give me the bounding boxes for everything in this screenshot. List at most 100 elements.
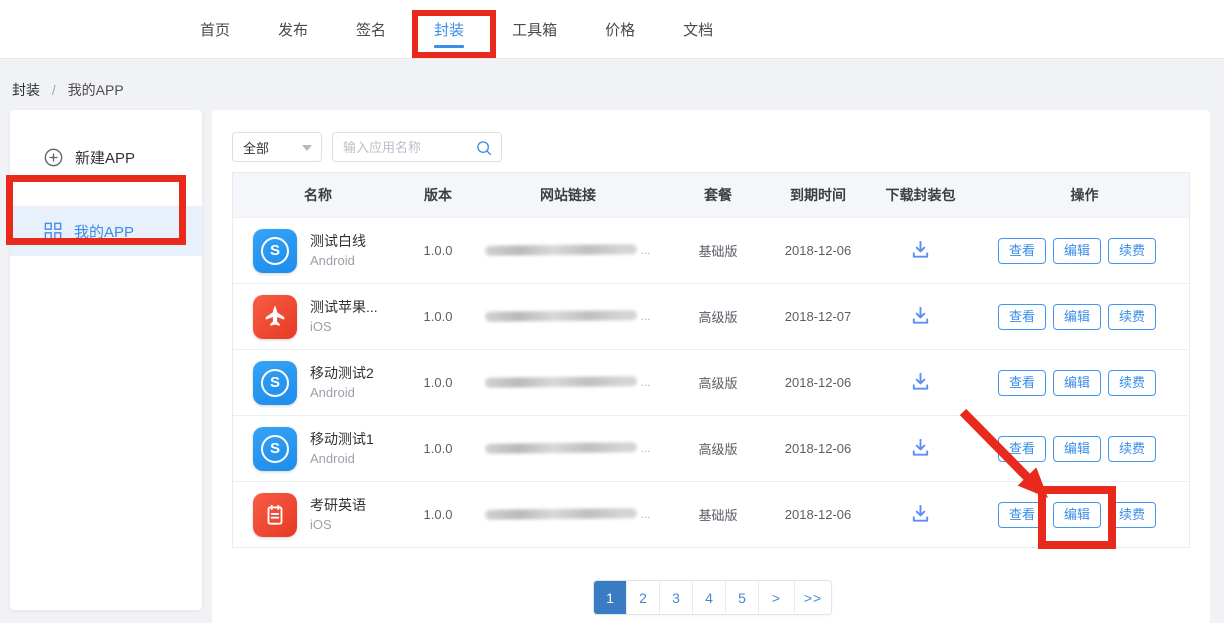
app-name: 测试苹果... <box>310 298 378 316</box>
sidebar-item-label: 我的APP <box>74 221 134 242</box>
renew-button[interactable]: 续费 <box>1108 502 1156 528</box>
col-header-actions: 操作 <box>978 185 1191 205</box>
search-box <box>332 132 502 162</box>
view-button[interactable]: 查看 <box>998 502 1046 528</box>
renew-button[interactable]: 续费 <box>1108 436 1156 462</box>
download-package-icon[interactable] <box>909 370 932 393</box>
search-input[interactable] <box>333 133 463 161</box>
app-plan: 高级版 <box>663 439 773 458</box>
page-5[interactable]: 5 <box>726 581 759 614</box>
category-select[interactable]: 全部 <box>232 132 322 162</box>
app-name-cell: 考研英语 iOS <box>233 493 403 537</box>
view-button[interactable]: 查看 <box>998 238 1046 264</box>
app-expiry: 2018-12-06 <box>773 375 863 390</box>
table-header: 名称 版本 网站链接 套餐 到期时间 下载封装包 操作 <box>233 173 1189 217</box>
grid-icon <box>44 222 62 240</box>
app-expiry: 2018-12-06 <box>773 243 863 258</box>
nav-item-publish[interactable]: 发布 <box>278 0 308 59</box>
table-row: 测试苹果... iOS 1.0.0 ... 高级版 2018-12-07 查看 … <box>233 283 1189 349</box>
top-navbar: 首页 发布 签名 封装 工具箱 价格 文档 <box>0 0 1224 59</box>
sidebar: 新建APP 我的APP <box>10 110 202 610</box>
page-4[interactable]: 4 <box>693 581 726 614</box>
app-name: 移动测试1 <box>310 430 374 448</box>
app-name-cell: S 移动测试2 Android <box>233 361 403 405</box>
app-table: 名称 版本 网站链接 套餐 到期时间 下载封装包 操作 S 测试白线 Andro… <box>232 172 1190 548</box>
breadcrumb-current: 我的APP <box>68 82 124 98</box>
app-version: 1.0.0 <box>403 375 473 390</box>
app-platform: Android <box>310 450 374 467</box>
edit-button[interactable]: 编辑 <box>1053 304 1101 330</box>
website-link-redacted: ... <box>485 375 650 389</box>
renew-button[interactable]: 续费 <box>1108 238 1156 264</box>
sidebar-item-new-app[interactable]: 新建APP <box>10 132 202 182</box>
s-logo-app-icon: S <box>253 229 297 273</box>
col-header-link: 网站链接 <box>473 185 663 205</box>
row-actions: 查看 编辑 续费 <box>978 304 1191 330</box>
nav-item-home[interactable]: 首页 <box>200 0 230 59</box>
page-2[interactable]: 2 <box>627 581 660 614</box>
row-actions: 查看 编辑 续费 <box>978 436 1191 462</box>
app-name: 考研英语 <box>310 496 366 514</box>
download-package-icon[interactable] <box>909 238 932 261</box>
app-version: 1.0.0 <box>403 309 473 324</box>
edit-button[interactable]: 编辑 <box>1053 238 1101 264</box>
view-button[interactable]: 查看 <box>998 304 1046 330</box>
app-version: 1.0.0 <box>403 507 473 522</box>
page-1-active[interactable]: 1 <box>594 581 627 614</box>
app-plan: 基础版 <box>663 505 773 524</box>
download-package-icon[interactable] <box>909 304 932 327</box>
col-header-name: 名称 <box>233 185 403 205</box>
edit-button[interactable]: 编辑 <box>1053 436 1101 462</box>
download-package-icon[interactable] <box>909 502 932 525</box>
breadcrumb-separator: / <box>52 82 56 98</box>
nav-item-sign[interactable]: 签名 <box>356 0 386 59</box>
filter-bar: 全部 <box>232 132 502 162</box>
website-link-redacted: ... <box>485 243 650 257</box>
app-platform: Android <box>310 252 366 269</box>
main-nav: 首页 发布 签名 封装 工具箱 价格 文档 <box>0 0 1224 59</box>
table-row: S 移动测试1 Android 1.0.0 ... 高级版 2018-12-06 <box>233 415 1189 481</box>
search-icon[interactable] <box>475 139 493 162</box>
renew-button[interactable]: 续费 <box>1108 304 1156 330</box>
website-link-redacted: ... <box>485 309 650 323</box>
view-button[interactable]: 查看 <box>998 370 1046 396</box>
pagination: 1 2 3 4 5 > >> <box>593 580 832 615</box>
app-name-cell: S 移动测试1 Android <box>233 427 403 471</box>
category-select-value: 全部 <box>243 138 269 157</box>
edit-button[interactable]: 编辑 <box>1053 370 1101 396</box>
nav-item-package-active[interactable]: 封装 <box>434 0 464 59</box>
app-version: 1.0.0 <box>403 441 473 456</box>
notepad-app-icon <box>253 493 297 537</box>
app-expiry: 2018-12-06 <box>773 507 863 522</box>
next-page-button[interactable]: > <box>759 581 795 614</box>
nav-item-price[interactable]: 价格 <box>605 0 635 59</box>
col-header-version: 版本 <box>403 185 473 205</box>
app-platform: iOS <box>310 318 378 335</box>
s-logo-app-icon: S <box>253 427 297 471</box>
website-link-redacted: ... <box>485 441 650 455</box>
row-actions: 查看 编辑 续费 <box>978 502 1191 528</box>
renew-button[interactable]: 续费 <box>1108 370 1156 396</box>
col-header-plan: 套餐 <box>663 185 773 205</box>
last-page-button[interactable]: >> <box>795 581 831 614</box>
app-name-cell: 测试苹果... iOS <box>233 295 403 339</box>
app-expiry: 2018-12-06 <box>773 441 863 456</box>
sidebar-item-my-app[interactable]: 我的APP <box>10 206 202 256</box>
col-header-download: 下载封装包 <box>863 185 978 205</box>
app-expiry: 2018-12-07 <box>773 309 863 324</box>
page-3[interactable]: 3 <box>660 581 693 614</box>
nav-item-docs[interactable]: 文档 <box>683 0 713 59</box>
row-actions: 查看 编辑 续费 <box>978 238 1191 264</box>
edit-button-highlighted[interactable]: 编辑 <box>1053 502 1101 528</box>
app-plan: 基础版 <box>663 241 773 260</box>
app-plan: 高级版 <box>663 373 773 392</box>
app-version: 1.0.0 <box>403 243 473 258</box>
breadcrumb-root[interactable]: 封装 <box>12 82 40 98</box>
app-platform: iOS <box>310 516 366 533</box>
download-package-icon[interactable] <box>909 436 932 459</box>
nav-item-toolbox[interactable]: 工具箱 <box>512 0 557 59</box>
app-platform: Android <box>310 384 374 401</box>
view-button[interactable]: 查看 <box>998 436 1046 462</box>
airplane-app-icon <box>253 295 297 339</box>
website-link-redacted: ... <box>485 507 650 521</box>
